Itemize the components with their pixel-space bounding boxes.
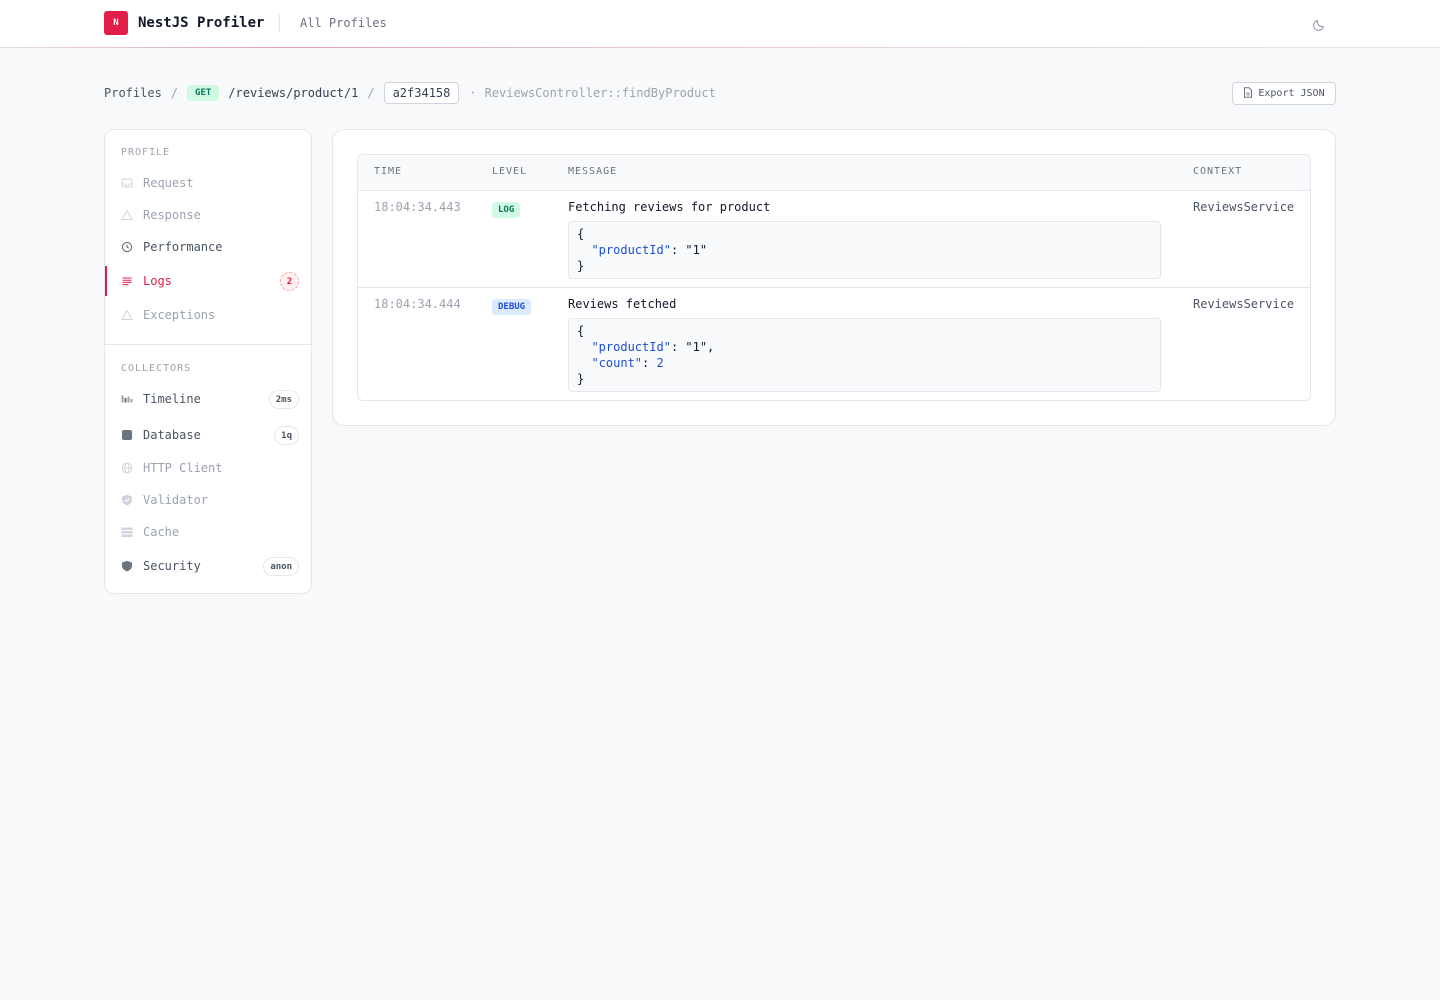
- shield-check-icon: [121, 494, 133, 506]
- database-queries-badge: 1q: [274, 426, 299, 445]
- sidebar-item-label: Logs: [143, 274, 172, 288]
- list-icon: [121, 275, 133, 287]
- payload-brace: {: [577, 324, 585, 338]
- payload-brace: {: [577, 227, 585, 241]
- table-row[interactable]: 18:04:34.443 LOG Fetching reviews for pr…: [358, 191, 1310, 288]
- sidebar-item-http-client[interactable]: HTTP Client: [105, 453, 311, 483]
- sidebar-item-label: HTTP Client: [143, 461, 223, 475]
- breadcrumb-separator: /: [367, 86, 375, 100]
- globe-icon: [121, 462, 133, 474]
- sidebar: PROFILE Request Response Performance Log…: [104, 129, 312, 594]
- sidebar-item-label: Database: [143, 428, 201, 442]
- security-user-badge: anon: [263, 557, 299, 576]
- payload-brace: }: [577, 372, 585, 386]
- sidebar-item-database[interactable]: Database 1q: [105, 420, 311, 450]
- sidebar-divider: [105, 344, 311, 345]
- http-method-badge: GET: [187, 85, 220, 101]
- logs-count-badge: 2: [280, 272, 299, 291]
- payload-value: 2: [656, 356, 664, 370]
- timeline-duration-badge: 2ms: [268, 390, 299, 409]
- log-message: Fetching reviews for product: [568, 200, 771, 214]
- column-header-time[interactable]: TIME: [374, 166, 402, 177]
- clock-icon: [121, 241, 133, 253]
- profile-token[interactable]: a2f34158: [383, 82, 460, 104]
- sidebar-item-label: Timeline: [143, 392, 201, 406]
- sidebar-item-label: Performance: [143, 240, 223, 254]
- sidebar-item-response[interactable]: Response: [105, 200, 311, 230]
- all-profiles-link[interactable]: All Profiles: [300, 16, 387, 30]
- payload-colon: :: [642, 356, 657, 370]
- table-row[interactable]: 18:04:34.444 DEBUG Reviews fetched Revie…: [358, 288, 1310, 400]
- payload-key: "productId": [591, 243, 671, 257]
- triangle-icon: [121, 209, 133, 221]
- sidebar-item-request[interactable]: Request: [105, 168, 311, 198]
- payload-key: "productId": [591, 340, 671, 354]
- log-time: 18:04:34.443: [374, 200, 461, 214]
- export-json-button[interactable]: Export JSON: [1232, 82, 1336, 105]
- logs-panel: TIME LEVEL MESSAGE CONTEXT 18:04:34.443 …: [332, 129, 1336, 426]
- active-indicator: [105, 266, 107, 296]
- log-message: Reviews fetched: [568, 297, 677, 311]
- payload-brace: }: [577, 259, 585, 273]
- log-time: 18:04:34.444: [374, 297, 461, 311]
- logo-letter: N: [113, 18, 119, 28]
- sidebar-item-timeline[interactable]: Timeline 2ms: [105, 384, 311, 414]
- sidebar-item-label: Response: [143, 208, 201, 222]
- sidebar-item-cache[interactable]: Cache: [105, 517, 311, 547]
- sidebar-item-validator[interactable]: Validator: [105, 485, 311, 515]
- logs-table: TIME LEVEL MESSAGE CONTEXT 18:04:34.443 …: [357, 154, 1311, 401]
- payload-value: : "1": [670, 243, 708, 257]
- controller-handler: ReviewsController::findByProduct: [484, 86, 716, 100]
- header-accent-line: [0, 47, 1440, 48]
- sidebar-item-label: Security: [143, 559, 201, 573]
- table-header: TIME LEVEL MESSAGE CONTEXT: [358, 155, 1310, 191]
- breadcrumb-profiles-link[interactable]: Profiles: [104, 86, 162, 100]
- column-header-level[interactable]: LEVEL: [492, 166, 527, 177]
- breadcrumb-dot: ·: [469, 86, 477, 100]
- header-divider: [279, 14, 280, 33]
- log-payload: { "productId": "1" }: [568, 221, 1161, 279]
- log-level-badge: LOG: [492, 202, 521, 218]
- inbox-icon: [121, 177, 133, 189]
- log-context: ReviewsService: [1193, 200, 1295, 214]
- shield-icon: [121, 560, 133, 572]
- sidebar-item-exceptions[interactable]: Exceptions: [105, 300, 311, 330]
- sidebar-item-label: Request: [143, 176, 194, 190]
- layers-icon: [121, 526, 133, 538]
- export-json-label: Export JSON: [1258, 88, 1325, 99]
- top-bar: N NestJS Profiler All Profiles: [0, 0, 1440, 48]
- sidebar-item-performance[interactable]: Performance: [105, 232, 311, 262]
- database-icon: [121, 429, 133, 441]
- warning-icon: [121, 309, 133, 321]
- breadcrumb: Profiles / GET /reviews/product/1 / a2f3…: [104, 82, 716, 104]
- request-path: /reviews/product/1: [228, 86, 359, 100]
- timeline-icon: [121, 393, 133, 405]
- breadcrumb-separator: /: [170, 86, 179, 100]
- payload-key: "count": [591, 356, 643, 370]
- app-logo[interactable]: N: [104, 11, 128, 35]
- collectors-section-heading: COLLECTORS: [121, 363, 192, 374]
- app-title[interactable]: NestJS Profiler: [138, 15, 264, 31]
- column-header-context[interactable]: CONTEXT: [1193, 166, 1242, 177]
- sidebar-item-label: Cache: [143, 525, 180, 539]
- log-level-badge: DEBUG: [492, 299, 532, 315]
- payload-value: : "1",: [670, 340, 715, 354]
- column-header-message[interactable]: MESSAGE: [568, 166, 617, 177]
- moon-icon[interactable]: [1312, 16, 1328, 32]
- profile-section-heading: PROFILE: [121, 147, 171, 158]
- log-context: ReviewsService: [1193, 297, 1295, 311]
- sidebar-item-label: Exceptions: [143, 308, 216, 322]
- log-payload: { "productId": "1", "count": 2 }: [568, 318, 1161, 392]
- sidebar-item-label: Validator: [143, 493, 209, 507]
- file-icon: [1243, 86, 1253, 101]
- sidebar-item-logs[interactable]: Logs 2: [105, 266, 311, 296]
- sidebar-item-security[interactable]: Security anon: [105, 551, 311, 581]
